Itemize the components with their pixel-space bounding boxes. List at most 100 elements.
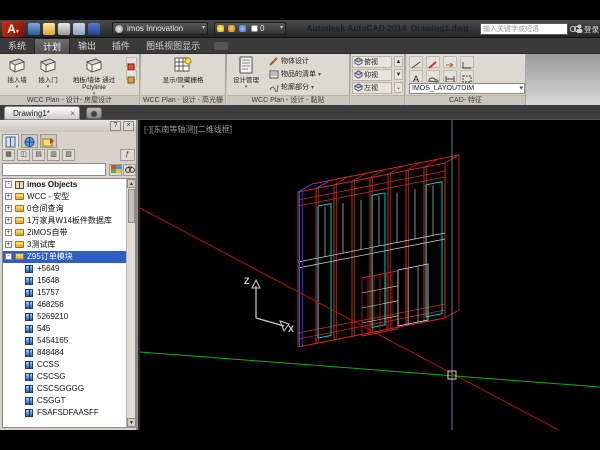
scroll-thumb[interactable] <box>128 189 135 223</box>
show-hide-grid-button[interactable]: 显示/隐藏栅格▾ <box>149 56 217 91</box>
palette-search-input[interactable] <box>2 163 106 176</box>
drawing-viewport[interactable]: [-][东南等轴测][二维线框] Z X <box>140 120 600 430</box>
workspace-label: imos Innovation <box>127 24 183 33</box>
paste-panel-item[interactable]: 物体设计 <box>267 56 347 68</box>
signin-link[interactable]: 登录 <box>584 24 599 35</box>
panel-title[interactable]: CAD- 特征 <box>406 95 525 105</box>
house-tool-button-2[interactable] <box>126 70 137 80</box>
line-tool-button[interactable] <box>409 56 423 68</box>
workspace-switcher[interactable]: imos Innovation ▾ <box>112 22 208 35</box>
palette-tab-web[interactable] <box>21 134 38 148</box>
panel-title[interactable]: WCC Plan - 设计- 房屋设计 <box>0 95 139 105</box>
tree-folder-row[interactable]: -Z95订单模块 <box>3 251 135 263</box>
tree-item-row[interactable]: 5454165 <box>3 335 135 347</box>
function-fx-button[interactable]: ƒ <box>120 149 135 161</box>
layer-control[interactable]: 0 ▾ <box>214 22 286 35</box>
new-drawing-tab-button[interactable] <box>86 107 102 119</box>
palette-close-button[interactable]: × <box>123 121 134 131</box>
layer-color-swatch <box>251 25 258 32</box>
palette-help-button[interactable]: ? <box>110 121 121 131</box>
text-tool-button[interactable]: A <box>409 70 423 82</box>
filter-grid-button[interactable]: ▧ <box>62 149 75 161</box>
help-search-input[interactable] <box>480 23 568 35</box>
tree-folder-row[interactable]: +0仓间查询 <box>3 203 135 215</box>
expander-icon[interactable]: + <box>5 217 12 224</box>
scroll-down-arrow[interactable]: ▼ <box>127 418 136 427</box>
tree-item-row[interactable]: CSGGT <box>3 395 135 407</box>
tree-item-row[interactable]: CCSS <box>3 359 135 371</box>
paste-panel-item[interactable]: 轮廓部分 ▾ <box>267 82 347 94</box>
filter-group-button[interactable]: ▤ <box>32 149 45 161</box>
plot-icon[interactable] <box>58 23 70 35</box>
rectangle-tool-button[interactable] <box>460 70 474 82</box>
tree-root-item[interactable]: -imos Objects <box>3 179 135 191</box>
grid-bulb-icon <box>173 56 193 74</box>
save-icon[interactable] <box>28 23 40 35</box>
filter-list-button[interactable]: ▥ <box>47 149 60 161</box>
house-design-button[interactable]: 地板/墙体 通过 Pclylinie▾ <box>64 56 124 98</box>
undo-icon[interactable] <box>73 23 85 35</box>
ribbon-tab[interactable]: 系统 <box>0 38 34 54</box>
house-tool-button-1[interactable] <box>126 57 137 67</box>
find-binoculars-button[interactable] <box>123 164 136 176</box>
expander-icon[interactable]: + <box>5 205 12 212</box>
tree-item-row[interactable]: 5269210 <box>3 311 135 323</box>
tree-folder-row[interactable]: +3测试库 <box>3 239 135 251</box>
gallery-up-arrow[interactable]: ▲ <box>394 56 403 67</box>
dimension-layer-combo[interactable]: IMOS_LAYOUTDIM▾ <box>409 83 525 94</box>
autocad-app-menu-button[interactable]: A▾ <box>2 21 24 37</box>
tree-folder-row[interactable]: +2iMOS自带 <box>3 227 135 239</box>
signin-user-icon[interactable] <box>576 24 583 33</box>
filter-all-button[interactable]: ▦ <box>2 149 15 161</box>
ribbon-tab[interactable]: 图纸视图显示 <box>138 38 208 54</box>
pencil-tool-button[interactable] <box>426 56 440 68</box>
view-mode-button[interactable] <box>109 164 122 176</box>
filter-cabinet-button[interactable]: ◫ <box>17 149 30 161</box>
ribbon-tab[interactable]: 计划 <box>34 38 70 54</box>
design-manager-button[interactable]: 设计管理▾ <box>229 56 263 91</box>
ribbon-tab[interactable]: 输出 <box>70 38 104 54</box>
expander-icon[interactable]: + <box>5 229 12 236</box>
gallery-down-arrow[interactable]: ▼ <box>394 69 403 80</box>
palette-tab-import[interactable] <box>40 134 57 148</box>
tree-item-row[interactable]: 848484 <box>3 347 135 359</box>
view-preset-top[interactable]: 俯视 <box>352 56 392 68</box>
tree-item-row[interactable]: 468256 <box>3 299 135 311</box>
close-tab-icon[interactable]: × <box>70 107 75 120</box>
tree-folder-row[interactable]: +WCC - 安型 <box>3 191 135 203</box>
expander-icon[interactable]: + <box>5 241 12 248</box>
house-design-button[interactable]: 插入门▾ <box>34 56 62 91</box>
tree-item-row[interactable]: FSAFSDFAASFF <box>3 407 135 419</box>
leader-tool-button[interactable] <box>443 56 457 68</box>
panel-title[interactable]: WCC Plan - 设计 - 黏贴 <box>227 95 349 105</box>
house-design-button[interactable]: 插入墙▾ <box>2 56 32 91</box>
paste-panel-item[interactable]: 物品的清单 ▾ <box>267 69 347 81</box>
dimension-tool-button[interactable] <box>443 70 457 82</box>
tree-item-row[interactable]: 545 <box>3 323 135 335</box>
expander-icon[interactable]: - <box>5 253 12 260</box>
tree-scrollbar[interactable]: ▲ ▼ <box>126 179 135 427</box>
open-folder-icon[interactable] <box>43 23 55 35</box>
wireframe-model-canvas[interactable] <box>140 120 600 430</box>
palette-tab-objects[interactable] <box>2 134 19 148</box>
panel-title[interactable]: WCC Plan - 设计 - 高光栅 <box>141 95 225 105</box>
tree-item-row[interactable]: CSCSGGGG <box>3 383 135 395</box>
expander-icon[interactable]: - <box>5 181 12 188</box>
view-preset-bottom[interactable]: 仰视 <box>352 69 392 81</box>
redo-icon[interactable] <box>88 23 100 35</box>
scroll-up-arrow[interactable]: ▲ <box>127 179 136 188</box>
tree-item-row[interactable]: 15757 <box>3 287 135 299</box>
view-preset-left[interactable]: 左视 <box>352 82 392 94</box>
file-tab-drawing1[interactable]: Drawing1*× <box>4 106 80 120</box>
viewport-controls-label[interactable]: [-][东南等轴测][二维线框] <box>144 124 232 135</box>
tree-item-row[interactable]: +5649 <box>3 263 135 275</box>
tree-folder-row[interactable]: +1万家具W14板件数据库 <box>3 215 135 227</box>
tree-item-row[interactable]: CSCSG <box>3 371 135 383</box>
gallery-expand-arrow[interactable]: ⌄ <box>394 82 403 93</box>
ribbon-tab[interactable]: 插件 <box>104 38 138 54</box>
tree-item-row[interactable]: 15648 <box>3 275 135 287</box>
tab-overflow-button[interactable] <box>214 42 228 50</box>
revcloud-tool-button[interactable] <box>426 70 440 82</box>
angle-tool-button[interactable] <box>460 56 474 68</box>
expander-icon[interactable]: + <box>5 193 12 200</box>
